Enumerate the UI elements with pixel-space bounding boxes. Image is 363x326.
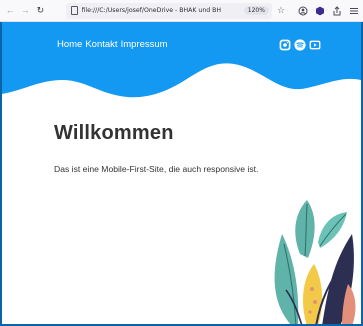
browser-toolbar: ← → ↻ file:///C:/Users/josef/OneDrive - … (0, 0, 363, 22)
nav-link-kontakt[interactable]: Kontakt (85, 39, 117, 50)
nav-link-impressum[interactable]: Impressum (121, 39, 168, 50)
url-text[interactable]: file:///C:/Users/josef/OneDrive - BHAK u… (82, 7, 240, 14)
toolbar-icons (298, 5, 359, 16)
page-icon (70, 6, 78, 15)
forward-arrow-icon[interactable]: → (19, 3, 31, 19)
share-icon[interactable] (332, 5, 342, 16)
header-wave (2, 22, 361, 98)
zoom-indicator[interactable]: 120% (243, 6, 269, 15)
menu-icon[interactable] (349, 6, 359, 16)
bookmark-star-icon[interactable]: ☆ (277, 5, 285, 16)
page-viewport: Home Kontakt Impressum Willkommen Das is… (0, 22, 363, 326)
intro-text: Das ist eine Mobile-First-Site, die auch… (54, 164, 259, 174)
back-arrow-icon[interactable]: ← (4, 3, 16, 19)
main-nav: Home Kontakt Impressum (57, 39, 168, 50)
account-icon[interactable] (298, 6, 308, 16)
social-links (279, 38, 321, 51)
reload-icon[interactable]: ↻ (34, 3, 46, 19)
instagram-icon[interactable] (279, 38, 291, 51)
spotify-icon[interactable] (294, 38, 306, 51)
address-bar[interactable]: file:///C:/Users/josef/OneDrive - BHAK u… (65, 2, 272, 19)
plant-illustration (274, 200, 356, 324)
extension-icon[interactable] (315, 6, 325, 16)
youtube-icon[interactable] (309, 38, 321, 50)
page-title: Willkommen (54, 122, 174, 144)
nav-link-home[interactable]: Home (57, 39, 82, 50)
